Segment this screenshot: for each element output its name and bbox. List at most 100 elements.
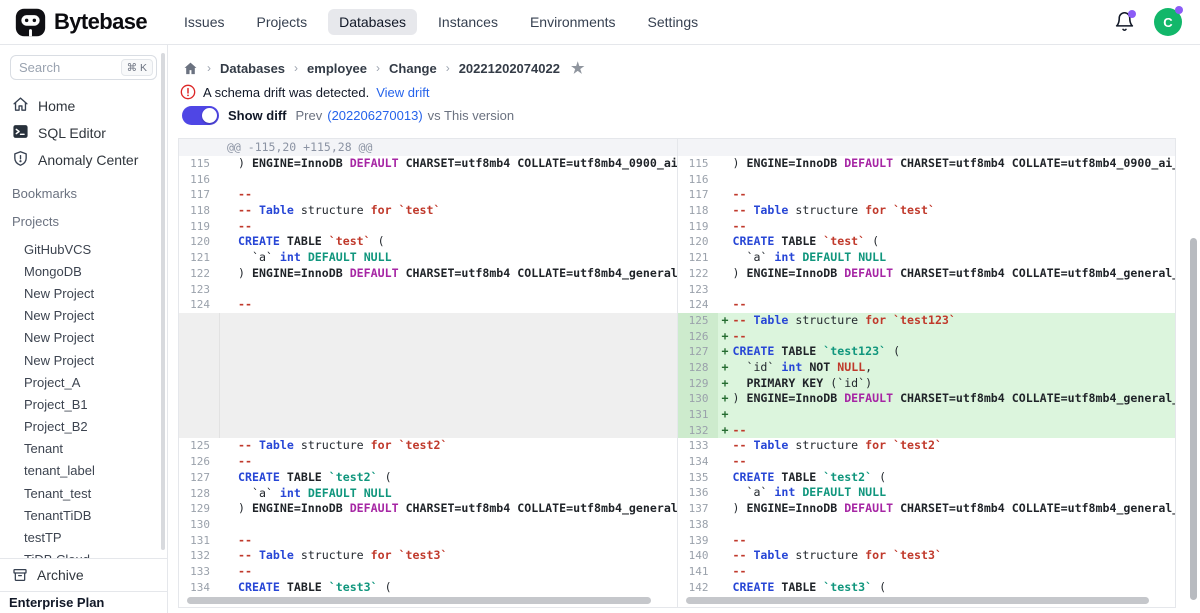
horizontal-scrollbar-left[interactable] — [187, 597, 651, 604]
code-line: `a` int DEFAULT NULL — [219, 250, 677, 266]
code-line: -- Table structure for `test123` — [733, 313, 1176, 329]
sidebar-item-archive[interactable]: Archive — [0, 558, 167, 591]
search-input[interactable]: Search ⌘ K — [10, 55, 157, 80]
code-line: ) ENGINE=InnoDB DEFAULT CHARSET=utf8mb4 … — [219, 156, 677, 172]
diff-row: 120CREATE TABLE `test` ( — [179, 234, 677, 250]
sql-editor-icon — [12, 123, 29, 143]
code-line: -- — [733, 454, 1176, 470]
breadcrumb-employee[interactable]: employee — [307, 61, 367, 76]
line-number: 122 — [678, 266, 718, 282]
breadcrumb-separator: › — [446, 61, 450, 75]
sidebar-item-home[interactable]: Home — [0, 92, 167, 119]
star-icon[interactable]: ★ — [571, 59, 584, 77]
nav-link-projects[interactable]: Projects — [246, 9, 319, 35]
page-vertical-scrollbar[interactable] — [1190, 238, 1197, 600]
nav-link-environments[interactable]: Environments — [519, 9, 627, 35]
project-item[interactable]: New Project — [0, 327, 167, 349]
breadcrumb-version[interactable]: 20221202074022 — [459, 61, 560, 76]
schema-drift-alert: A schema drift was detected. View drift — [180, 84, 429, 100]
line-number: 125 — [678, 313, 718, 329]
nav-link-settings[interactable]: Settings — [637, 9, 710, 35]
code-line: -- Table structure for `test3` — [733, 548, 1176, 564]
code-line: ) ENGINE=InnoDB DEFAULT CHARSET=utf8mb4 … — [219, 266, 677, 282]
code-line: -- — [733, 329, 1176, 345]
code-line: CREATE TABLE `test2` ( — [733, 470, 1176, 486]
nav-link-instances[interactable]: Instances — [427, 9, 509, 35]
line-number: 116 — [179, 172, 219, 188]
sidebar-scrollbar[interactable] — [161, 53, 165, 550]
line-number: 135 — [678, 470, 718, 486]
sidebar-item-label: Home — [38, 98, 75, 114]
sidebar-item-anomaly-center[interactable]: Anomaly Center — [0, 146, 167, 173]
project-item[interactable]: Project_B2 — [0, 416, 167, 438]
project-item[interactable]: Project_A — [0, 371, 167, 393]
diff-row: 133 -- Table structure for `test2` — [678, 438, 1176, 454]
line-number: 123 — [678, 282, 718, 298]
project-item[interactable]: MongoDB — [0, 260, 167, 282]
horizontal-scrollbar-right[interactable] — [686, 597, 1150, 604]
main-content: › Databases › employee › Change › 202212… — [168, 45, 1200, 613]
prev-version-link[interactable]: (202206270013) — [327, 108, 422, 123]
sidebar-section-projects: Projects — [0, 214, 167, 229]
nav-link-issues[interactable]: Issues — [173, 9, 235, 35]
diff-row-added: 126+-- — [678, 329, 1176, 345]
project-item[interactable]: TenantTiDB — [0, 504, 167, 526]
code-line: -- — [219, 533, 677, 549]
show-diff-toggle[interactable] — [182, 106, 219, 125]
line-number: 115 — [179, 156, 219, 172]
project-item[interactable]: GitHubVCS — [0, 238, 167, 260]
line-number: 118 — [179, 203, 219, 219]
line-number: 130 — [179, 517, 219, 533]
diff-row: 134 -- — [678, 454, 1176, 470]
app-window: Bytebase Issues Projects Databases Instance… — [0, 0, 1200, 613]
diff-row: 127CREATE TABLE `test2` ( — [179, 470, 677, 486]
code-line: -- — [219, 187, 677, 203]
diff-row: 122) ENGINE=InnoDB DEFAULT CHARSET=utf8m… — [179, 266, 677, 282]
line-number: 132 — [179, 548, 219, 564]
brand-name: Bytebase — [54, 9, 147, 35]
line-number: 126 — [678, 329, 718, 345]
project-item[interactable]: tenant_label — [0, 460, 167, 482]
view-drift-link[interactable]: View drift — [376, 85, 429, 100]
diff-row: 122 ) ENGINE=InnoDB DEFAULT CHARSET=utf8… — [678, 266, 1176, 282]
code-line: CREATE TABLE `test` ( — [733, 234, 1176, 250]
diff-sign — [718, 250, 733, 266]
diff-pane-current: 115 ) ENGINE=InnoDB DEFAULT CHARSET=utf8… — [678, 139, 1176, 607]
bytebase-logo[interactable]: Bytebase — [14, 6, 147, 39]
nav-link-databases[interactable]: Databases — [328, 9, 417, 35]
project-item[interactable]: New Project — [0, 305, 167, 327]
project-item[interactable]: Project_B1 — [0, 393, 167, 415]
archive-icon — [12, 567, 28, 583]
line-number: 136 — [678, 485, 718, 501]
project-item[interactable]: Tenant_test — [0, 482, 167, 504]
diff-row: 128 `a` int DEFAULT NULL — [179, 486, 677, 502]
project-item[interactable]: New Project — [0, 282, 167, 304]
diff-row: 125-- Table structure for `test2` — [179, 438, 677, 454]
project-item[interactable]: New Project — [0, 349, 167, 371]
user-avatar[interactable]: C — [1154, 8, 1182, 36]
project-item[interactable]: Tenant — [0, 438, 167, 460]
home-icon — [12, 96, 29, 116]
code-line — [219, 282, 677, 298]
breadcrumb-databases[interactable]: Databases — [220, 61, 285, 76]
code-line — [733, 282, 1176, 298]
topnav-right: C — [1114, 8, 1182, 36]
diff-sign — [718, 564, 733, 580]
sidebar-item-sql-editor[interactable]: SQL Editor — [0, 119, 167, 146]
code-line: ) ENGINE=InnoDB DEFAULT CHARSET=utf8mb4 … — [219, 501, 677, 517]
code-line: -- — [733, 219, 1176, 235]
diff-row: 119 -- — [678, 219, 1176, 235]
diff-row: 117-- — [179, 187, 677, 203]
diff-sign — [718, 580, 733, 596]
notification-bell-button[interactable] — [1114, 11, 1136, 33]
breadcrumb-change[interactable]: Change — [389, 61, 437, 76]
code-line: -- — [219, 219, 677, 235]
diff-sign — [718, 454, 733, 470]
line-number: 141 — [678, 564, 718, 580]
project-item[interactable]: testTP — [0, 526, 167, 548]
hunk-header-right — [678, 139, 1176, 156]
home-icon[interactable] — [183, 61, 198, 76]
search-placeholder: Search — [19, 60, 121, 75]
toggle-knob — [202, 108, 217, 123]
diff-row-added: 132+-- — [678, 423, 1176, 439]
